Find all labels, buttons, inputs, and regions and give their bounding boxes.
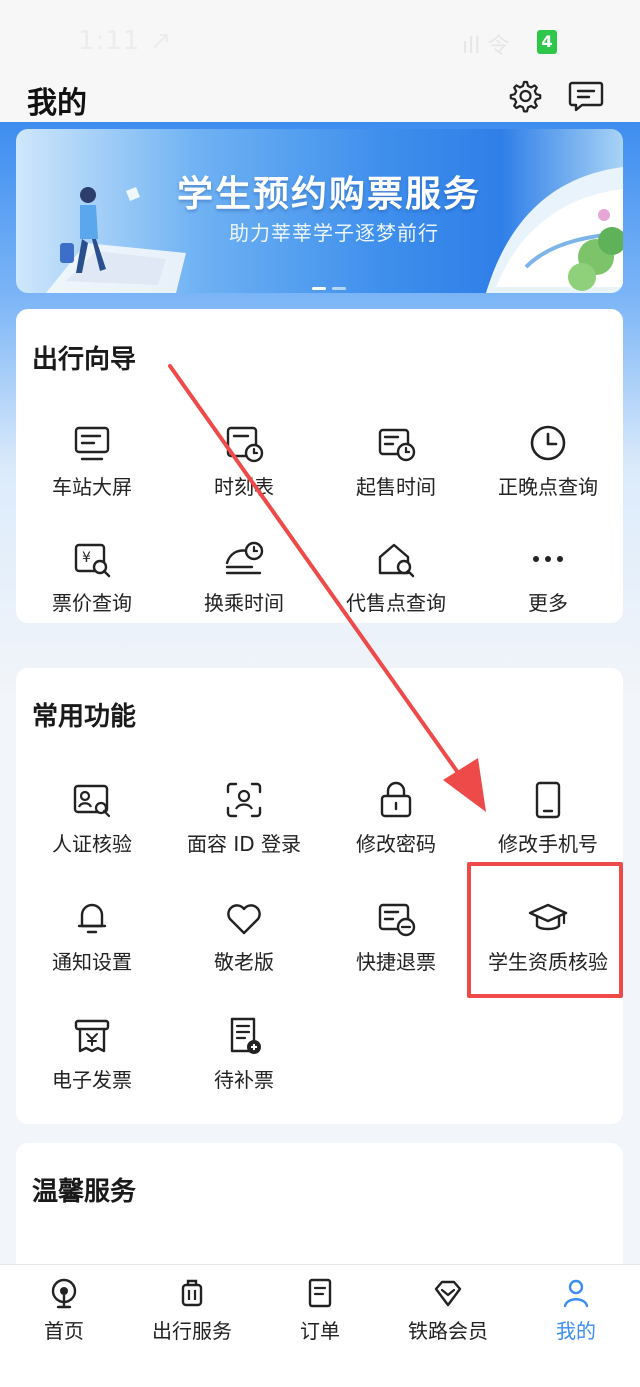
banner-pagination [312,275,352,293]
svg-text:¥: ¥ [82,550,91,566]
warm-services-title: 温馨服务 [32,1177,137,1207]
agency-query-label: 代售点查询 [346,591,446,615]
status-bar: 1:11 ↗ ıll 令 4 [0,0,640,66]
pending-supplement-item[interactable]: 待补票 [168,1014,320,1114]
member-icon [434,1280,462,1307]
phone-icon [535,781,561,819]
message-icon[interactable] [566,76,606,116]
tab-travel-service-label: 出行服务 [152,1319,232,1343]
tab-railway-member-label: 铁路会员 [408,1319,488,1343]
user-icon [563,1279,589,1308]
clock-icon [530,425,566,461]
transfer-time-icon [225,541,264,575]
id-verify-label: 人证核验 [52,832,132,856]
more-item[interactable]: 更多 [472,537,624,637]
timetable-item[interactable]: 时刻表 [168,421,320,521]
tab-home-label: 首页 [44,1319,84,1343]
supplement-ticket-icon [230,1017,261,1054]
on-time-query-item[interactable]: 正晚点查询 [472,421,624,521]
tab-travel-service[interactable]: 出行服务 [128,1277,256,1344]
warm-services-card: 温馨服务 [16,1143,623,1283]
signal-indicator: ıll 令 [462,34,510,59]
face-id-login-label: 面容 ID 登录 [186,832,301,856]
pending-supplement-label: 待补票 [214,1068,274,1092]
common-functions-title: 常用功能 [32,702,137,732]
sale-time-item[interactable]: 起售时间 [320,421,472,521]
agency-search-icon [378,543,415,578]
id-verify-icon [73,784,111,818]
network-badge: 4 [537,30,557,54]
luggage-icon [181,1279,203,1307]
fare-query-label: 票价查询 [52,591,132,615]
banner-title: 学生预约购票服务 [176,174,481,215]
banner-subtitle: 助力莘莘学子逐梦前行 [229,221,439,245]
change-password-label: 修改密码 [356,832,436,856]
notification-settings-item[interactable]: 通知设置 [16,896,168,996]
student-verify-highlight [467,862,623,998]
tab-orders[interactable]: 订单 [256,1277,384,1344]
change-password-item[interactable]: 修改密码 [320,778,472,878]
face-id-icon [226,782,262,818]
header: 我的 [0,66,640,124]
transfer-time-item[interactable]: 换乘时间 [168,537,320,637]
station-screen-item[interactable]: 车站大屏 [16,421,168,521]
tab-mine-label: 我的 [556,1319,596,1343]
id-verify-item[interactable]: 人证核验 [16,778,168,878]
notification-settings-label: 通知设置 [52,950,132,974]
e-invoice-label: 电子发票 [52,1068,132,1092]
e-invoice-item[interactable]: 电子发票 [16,1014,168,1114]
tab-home[interactable]: 首页 [0,1277,128,1344]
station-screen-label: 车站大屏 [52,475,132,499]
lock-icon [380,781,412,818]
settings-gear-icon[interactable] [504,76,544,116]
elderly-mode-item[interactable]: 敬老版 [168,896,320,996]
refund-ticket-icon [378,903,416,937]
tab-mine[interactable]: 我的 [512,1277,640,1344]
tab-railway-member[interactable]: 铁路会员 [384,1277,512,1344]
heart-icon [227,904,261,935]
elderly-mode-label: 敬老版 [214,950,274,974]
home-icon [51,1278,77,1309]
sale-time-label: 起售时间 [356,475,436,499]
timetable-label: 时刻表 [214,475,274,499]
travel-guide-card: 出行向导 车站大屏 时刻表 起售时间 正晚点查询 ¥ 票价查询 换乘时间 代售点… [16,309,623,623]
station-screen-icon [74,426,110,461]
bottom-tab-bar: 首页 出行服务 订单 铁路会员 我的 [0,1264,640,1387]
transfer-time-label: 换乘时间 [204,591,284,615]
quick-refund-label: 快捷退票 [356,950,436,974]
status-time: 1:11 ↗ [78,26,173,56]
fare-query-item[interactable]: ¥ 票价查询 [16,537,168,637]
on-time-query-label: 正晚点查询 [498,475,598,499]
quick-refund-item[interactable]: 快捷退票 [320,896,472,996]
face-id-login-item[interactable]: 面容 ID 登录 [168,778,320,878]
tab-orders-label: 订单 [300,1319,340,1343]
more-icon [533,556,563,562]
change-phone-label: 修改手机号 [498,832,598,856]
student-ticket-banner[interactable]: 学生预约购票服务 助力莘莘学子逐梦前行 [16,129,623,293]
page-title: 我的 [27,86,87,121]
travel-guide-title: 出行向导 [32,345,137,375]
fare-search-icon: ¥ [74,543,111,578]
train-illustration [486,167,623,293]
bell-icon [77,903,107,934]
timetable-icon [226,426,264,463]
traveler-illustration [46,187,186,293]
invoice-icon [74,1019,110,1053]
order-icon [308,1278,332,1308]
more-label: 更多 [528,591,568,615]
agency-query-item[interactable]: 代售点查询 [320,537,472,637]
sale-time-icon [378,428,416,462]
